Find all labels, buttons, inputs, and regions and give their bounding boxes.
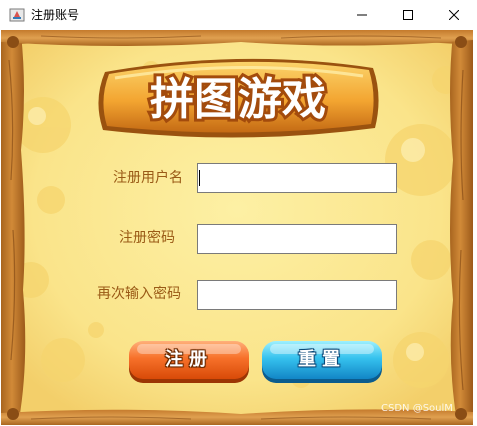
minimize-icon (357, 14, 367, 16)
register-window: 注册账号 拼图游戏 注册用户名 注册密码 再次输入密码 注册 重置 CSDN @… (0, 0, 477, 426)
username-input[interactable] (197, 163, 397, 193)
reset-button-label: 重置 (298, 349, 346, 370)
maximize-button[interactable] (385, 0, 431, 30)
reset-button[interactable]: 重置 (260, 340, 384, 384)
title-bar[interactable]: 注册账号 (0, 0, 477, 30)
username-label: 注册用户名 (113, 170, 183, 186)
register-button[interactable]: 注册 (127, 340, 251, 384)
register-button-label: 注册 (165, 349, 213, 370)
password-input[interactable] (197, 224, 397, 254)
game-logo: 拼图游戏 (91, 46, 385, 146)
close-icon (449, 10, 459, 20)
confirm-password-label: 再次输入密码 (97, 286, 181, 302)
minimize-button[interactable] (339, 0, 385, 30)
confirm-password-input[interactable] (197, 280, 397, 310)
maximize-icon (403, 10, 413, 20)
window-title: 注册账号 (31, 8, 80, 22)
logo-text: 拼图游戏 (150, 74, 326, 125)
logo-banner: 拼图游戏 (98, 58, 379, 138)
watermark: CSDN @SoulM (381, 403, 453, 414)
text-caret (199, 170, 200, 186)
java-app-icon (9, 8, 25, 22)
password-label: 注册密码 (119, 230, 175, 246)
close-button[interactable] (431, 0, 477, 30)
register-panel: 拼图游戏 注册用户名 注册密码 再次输入密码 注册 重置 CSDN @SoulM (1, 30, 473, 425)
